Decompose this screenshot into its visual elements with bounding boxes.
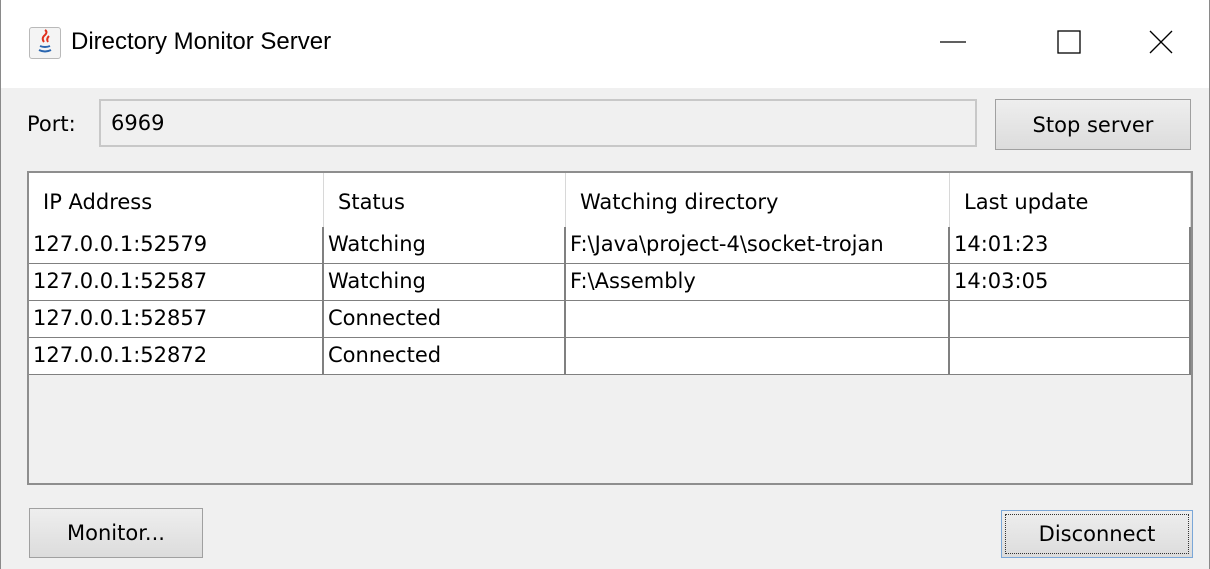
table-row[interactable]: 127.0.0.1:52857 Connected (29, 301, 1191, 338)
cell-watching-directory: F:\Assembly (566, 264, 950, 301)
content-panel: Port: 6969 Stop server IP Address Status… (1, 88, 1209, 569)
cell-ip-address: 127.0.0.1:52872 (29, 338, 324, 375)
focus-ring (1005, 514, 1189, 554)
column-header-ip-address[interactable]: IP Address (29, 173, 324, 227)
java-icon[interactable] (29, 27, 61, 59)
minimize-icon (940, 41, 966, 43)
cell-status: Watching (324, 227, 566, 264)
clients-table[interactable]: IP Address Status Watching directory Las… (27, 171, 1193, 485)
cell-ip-address: 127.0.0.1:52579 (29, 227, 324, 264)
cell-watching-directory: F:\Java\project-4\socket-trojan (566, 227, 950, 264)
minimize-button[interactable] (903, 10, 1003, 74)
close-button[interactable] (1111, 10, 1210, 74)
column-header-last-update[interactable]: Last update (950, 173, 1191, 227)
monitor-button[interactable]: Monitor... (29, 508, 203, 558)
cell-watching-directory (566, 338, 950, 375)
stop-server-button[interactable]: Stop server (995, 99, 1191, 150)
app-window: Directory Monitor Server Port: 6969 Stop… (0, 0, 1210, 569)
disconnect-button[interactable]: Disconnect (1001, 510, 1193, 558)
cell-watching-directory (566, 301, 950, 338)
cell-last-update (950, 301, 1191, 338)
table-row[interactable]: 127.0.0.1:52579 Watching F:\Java\project… (29, 227, 1191, 264)
cell-status: Watching (324, 264, 566, 301)
cell-last-update: 14:03:05 (950, 264, 1191, 301)
cell-status: Connected (324, 301, 566, 338)
table-row[interactable]: 127.0.0.1:52872 Connected (29, 338, 1191, 375)
table-header: IP Address Status Watching directory Las… (29, 173, 1191, 228)
maximize-button[interactable] (1019, 10, 1119, 74)
title-bar[interactable]: Directory Monitor Server (1, 0, 1209, 88)
cell-ip-address: 127.0.0.1:52857 (29, 301, 324, 338)
port-label: Port: (27, 112, 76, 136)
cell-last-update (950, 338, 1191, 375)
window-title: Directory Monitor Server (71, 28, 332, 55)
column-header-watching-directory[interactable]: Watching directory (566, 173, 950, 227)
table-row[interactable]: 127.0.0.1:52587 Watching F:\Assembly 14:… (29, 264, 1191, 301)
cell-status: Connected (324, 338, 566, 375)
port-field[interactable]: 6969 (99, 99, 977, 147)
close-icon (1149, 30, 1173, 54)
maximize-icon (1057, 30, 1081, 54)
cell-last-update: 14:01:23 (950, 227, 1191, 264)
column-header-status[interactable]: Status (324, 173, 566, 227)
cell-ip-address: 127.0.0.1:52587 (29, 264, 324, 301)
